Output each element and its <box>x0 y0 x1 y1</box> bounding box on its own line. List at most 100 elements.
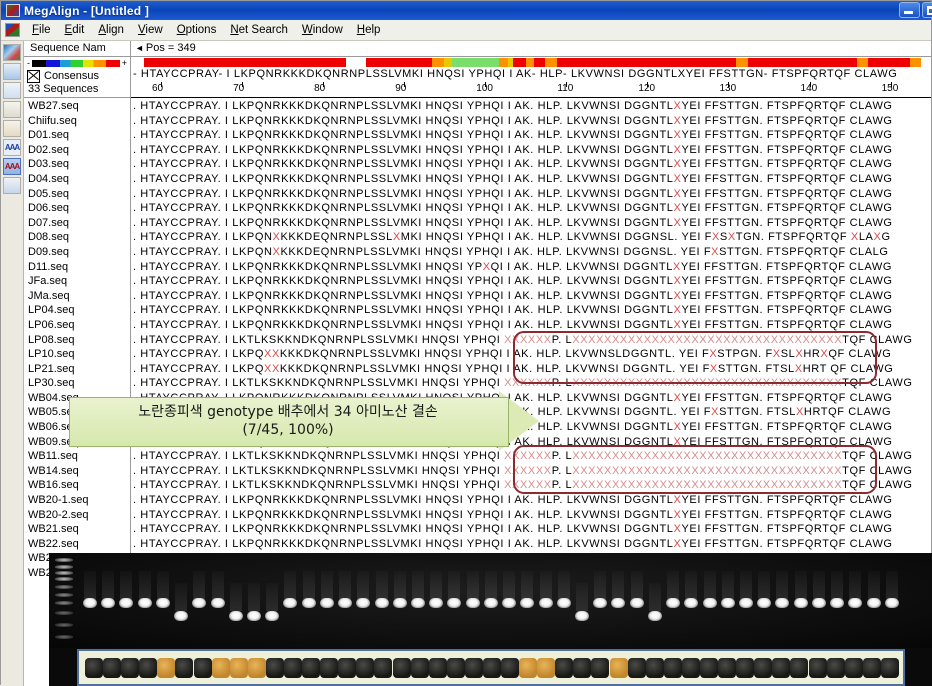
dna-helix-icon[interactable] <box>3 44 21 61</box>
seed-phenotype-strip <box>77 649 905 686</box>
sequence-name-item[interactable]: D02.seq <box>24 143 130 158</box>
alignment-row[interactable]: . HTAYCCPRAY. I LKPQNXKKKDEQNRNPLSSLXMKI… <box>131 230 931 245</box>
alignment-row[interactable]: . HTAYCCPRAY. I LKPQNRKKKDKQNRNPLSSLVMKI… <box>131 216 931 231</box>
consensus-strength-legend: - + <box>24 57 130 69</box>
sequence-name-item[interactable]: WB14.seq <box>24 464 130 479</box>
gel-band <box>137 598 152 608</box>
gel-band <box>374 598 389 608</box>
sequence-name-item[interactable]: LP06.seq <box>24 318 130 333</box>
sequence-name-item[interactable]: JMa.seq <box>24 289 130 304</box>
menu-file[interactable]: File <box>25 23 58 37</box>
sequence-name-item[interactable]: D11.seq <box>24 260 130 275</box>
menu-net-search[interactable]: Net Search <box>223 23 295 37</box>
alignment-row[interactable]: . HTAYCCPRAY. I LKTLKSKKNDKQNRNPLSSLVMKI… <box>131 333 931 348</box>
alignment-row[interactable]: . HTAYCCPRAY. I LKPQNRKKKDKQNRNPLSSLVMKI… <box>131 143 931 158</box>
sequence-name-item[interactable]: D08.seq <box>24 230 130 245</box>
sequence-name-item[interactable]: JFa.seq <box>24 274 130 289</box>
minimize-button[interactable] <box>899 2 920 18</box>
menu-view[interactable]: View <box>131 23 170 37</box>
seed-sample <box>193 658 212 678</box>
seed-sample <box>302 658 321 678</box>
sequence-chart-icon[interactable] <box>3 63 21 80</box>
alignment-row[interactable]: . HTAYCCPRAY. I LKPQNRKKKDKQNRNPLSSLVMKI… <box>131 260 931 275</box>
ladder-band <box>55 635 73 639</box>
gel-band <box>884 598 899 608</box>
alignment-row[interactable]: . HTAYCCPRAY. I LKTLKSKKNDKQNRNPLSSLVMKI… <box>131 376 931 391</box>
alignment-row[interactable]: . HTAYCCPRAY. I LKPQNXKKKDEQNRNPLSSLVMKI… <box>131 245 931 260</box>
consensus-row-label[interactable]: Consensus <box>24 69 130 83</box>
alignment-row[interactable]: . HTAYCCPRAY. I LKPQNRKKKDKQNRNPLSSLVMKI… <box>131 522 931 537</box>
sequence-name-item[interactable]: WB22.seq <box>24 537 130 552</box>
residue-aaa-colored-icon[interactable]: AAA <box>3 158 21 175</box>
sequence-name-item[interactable]: LP21.seq <box>24 362 130 377</box>
sequence-name-item[interactable]: WB16.seq <box>24 478 130 493</box>
sequence-name-item[interactable]: LP04.seq <box>24 303 130 318</box>
sequence-name-item[interactable]: D05.seq <box>24 187 130 202</box>
colorbar-segment <box>525 58 534 67</box>
sequence-name-item[interactable]: WB20-2.seq <box>24 508 130 523</box>
alignment-row[interactable]: . HTAYCCPRAY. I LKPQNRKKKDKQNRNPLSSLVMKI… <box>131 172 931 187</box>
seed-sample <box>700 658 719 678</box>
menu-align[interactable]: Align <box>91 23 131 37</box>
sequence-name-item[interactable]: LP08.seq <box>24 333 130 348</box>
menu-help[interactable]: Help <box>350 23 388 37</box>
sequence-name-item[interactable]: WB20-1.seq <box>24 493 130 508</box>
gel-band <box>155 598 170 608</box>
alignment-row[interactable]: . HTAYCCPRAY. I LKPQNRKKKDKQNRNPLSSLVMKI… <box>131 201 931 216</box>
seed-sample <box>121 658 140 678</box>
sequence-name-item[interactable]: D06.seq <box>24 201 130 216</box>
alignment-row[interactable]: . HTAYCCPRAY. I LKPQNRKKKDKQNRNPLSSLVMKI… <box>131 508 931 523</box>
alignment-row[interactable]: . HTAYCCPRAY. I LKPQNRKKKDKQNRNPLSSLVMKI… <box>131 157 931 172</box>
alignment-row[interactable]: . HTAYCCPRAY. I LKPQNRKKKDKQNRNPLSSLVMKI… <box>131 318 931 333</box>
alignment-row[interactable]: . HTAYCCPRAY. I LKPQNRKKKDKQNRNPLSSLVMKI… <box>131 114 931 129</box>
alignment-row[interactable]: . HTAYCCPRAY. I LKTLKSKKNDKQNRNPLSSLVMKI… <box>131 478 931 493</box>
sequence-name-item[interactable]: WB21.seq <box>24 522 130 537</box>
alignment-row[interactable]: . HTAYCCPRAY. I LKPQNRKKKDKQNRNPLSSLVMKI… <box>131 493 931 508</box>
alignment-row[interactable]: . HTAYCCPRAY. I LKPQNRKKKDKQNRNPLSSLVMKI… <box>131 289 931 304</box>
alignment-row[interactable]: . HTAYCCPRAY. I LKTLKSKKNDKQNRNPLSSLVMKI… <box>131 449 931 464</box>
document-list-icon[interactable] <box>3 101 21 118</box>
menu-edit[interactable]: Edit <box>58 23 92 37</box>
alignment-row[interactable]: . HTAYCCPRAY. I LKPQNRKKKDKQNRNPLSSLVMKI… <box>131 303 931 318</box>
gel-smear <box>503 571 516 599</box>
sequence-name-item[interactable]: LP30.seq <box>24 376 130 391</box>
seed-sample <box>392 658 411 678</box>
sequence-name-item[interactable]: LP10.seq <box>24 347 130 362</box>
sequence-name-item[interactable]: WB27.seq <box>24 99 130 114</box>
seed-sample <box>338 658 357 678</box>
sequence-name-item[interactable]: D07.seq <box>24 216 130 231</box>
menu-options[interactable]: Options <box>170 23 224 37</box>
gel-smear <box>120 571 133 599</box>
ladder-band <box>55 558 73 562</box>
alignment-row[interactable]: . HTAYCCPRAY. I LKPQNRKKKDKQNRNPLSSLVMKI… <box>131 99 931 114</box>
sequence-name-item[interactable]: Chiifu.seq <box>24 114 130 129</box>
alignment-row[interactable]: . HTAYCCPRAY. I LKPQXXKKKDKQNRNPLSSLVMKI… <box>131 347 931 362</box>
alignment-row[interactable]: . HTAYCCPRAY. I LKPQNRKKKDKQNRNPLSSLVMKI… <box>131 274 931 289</box>
gel-smear <box>812 571 825 599</box>
sequence-name-item[interactable]: WB11.seq <box>24 449 130 464</box>
gel-lane-area <box>49 553 932 648</box>
sequence-name-item[interactable]: D01.seq <box>24 128 130 143</box>
menu-window[interactable]: Window <box>295 23 350 37</box>
ruler-tick-label: 110 <box>557 83 574 94</box>
consensus-checkbox-icon[interactable] <box>27 69 40 83</box>
sequence-name-item[interactable]: D04.seq <box>24 172 130 187</box>
dot-plot-icon[interactable] <box>3 120 21 137</box>
alignment-row[interactable]: . HTAYCCPRAY. I LKTLKSKKNDKQNRNPLSSLVMKI… <box>131 464 931 479</box>
gel-smear <box>229 583 242 611</box>
alignment-row[interactable]: . HTAYCCPRAY. I LKPQNRKKKDKQNRNPLSSLVMKI… <box>131 537 931 552</box>
gel-band <box>210 598 225 608</box>
residue-aaa-icon[interactable]: AAA <box>3 139 21 156</box>
alignment-row[interactable]: . HTAYCCPRAY. I LKPQXXKKKDKQNRNPLSSLVMKI… <box>131 362 931 377</box>
maximize-button[interactable] <box>922 2 932 18</box>
legend-minus-label: - <box>27 58 30 68</box>
align-arrow-icon[interactable] <box>3 82 21 99</box>
sequence-name-item[interactable]: D03.seq <box>24 157 130 172</box>
title-bar: MegAlign - [Untitled ] <box>1 1 932 20</box>
colorbar-segment <box>856 58 868 67</box>
gel-smear <box>630 571 643 599</box>
alignment-grid-icon[interactable] <box>3 177 21 194</box>
sequence-name-item[interactable]: D09.seq <box>24 245 130 260</box>
alignment-row[interactable]: . HTAYCCPRAY. I LKPQNRKKKDKQNRNPLSSLVMKI… <box>131 128 931 143</box>
alignment-row[interactable]: . HTAYCCPRAY. I LKPQNRKKKDKQNRNPLSSLVMKI… <box>131 187 931 202</box>
